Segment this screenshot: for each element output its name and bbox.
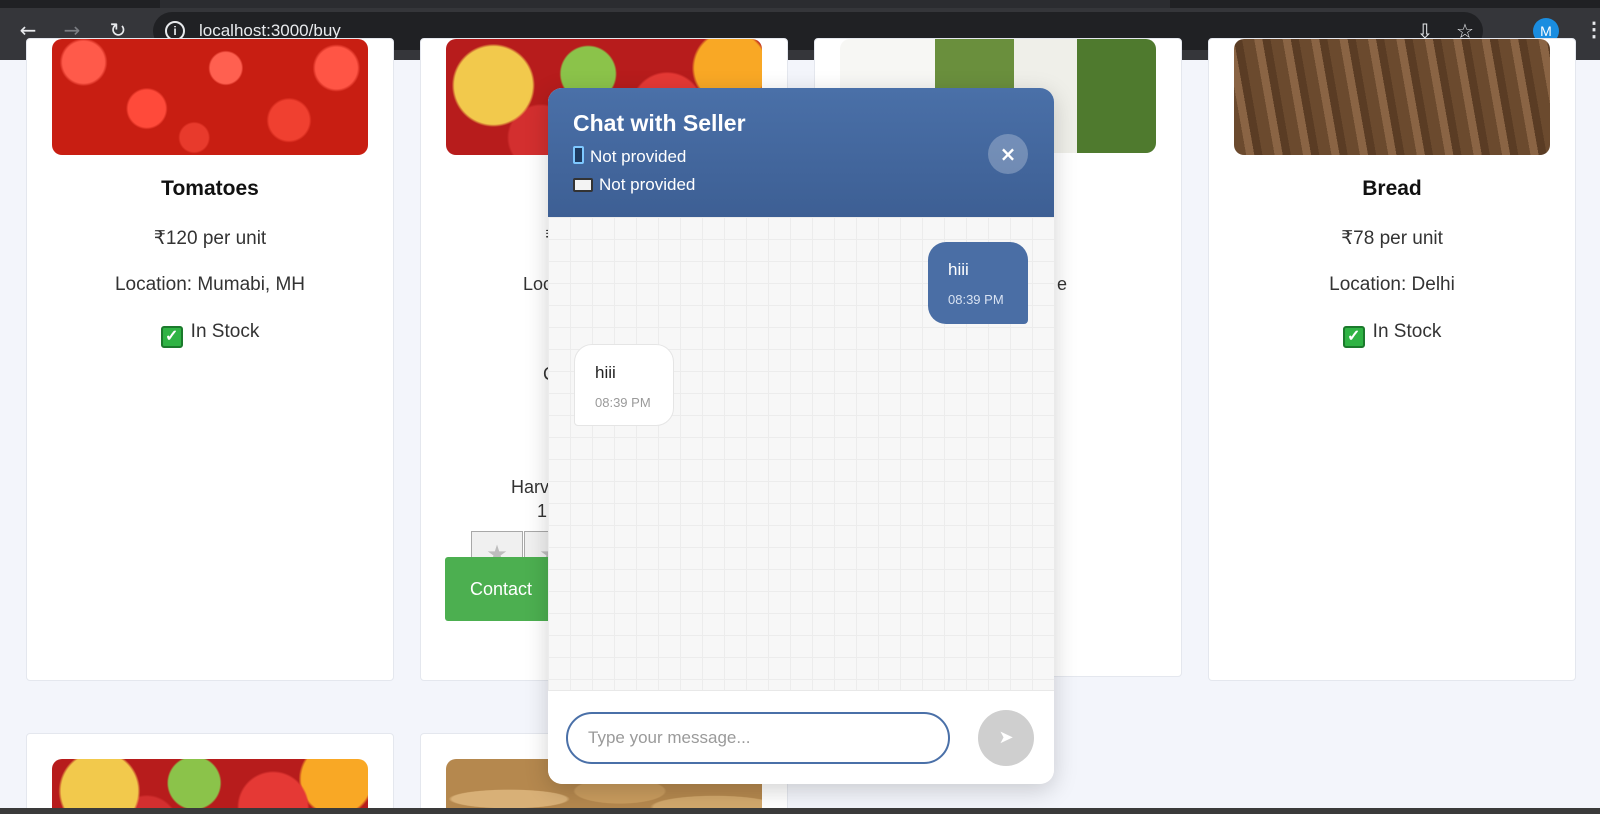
seller-email-value: Not provided [599, 175, 696, 194]
product-location: Location: Delhi [1329, 274, 1455, 295]
check-icon: ✓ [160, 326, 183, 348]
message-input[interactable] [566, 712, 950, 764]
harvest-date-partial: 1 [537, 501, 548, 521]
stock-label: In Stock [1372, 321, 1442, 342]
active-tab-edge [160, 0, 1170, 8]
seller-phone: Not provided [573, 146, 686, 167]
product-card-bread: Bread ₹78 per unit Location: Delhi ✓ In S… [1208, 38, 1576, 681]
product-image [1234, 39, 1550, 155]
send-icon[interactable]: ➤ [978, 710, 1034, 766]
product-image [52, 759, 368, 814]
message-text: hiii [948, 260, 969, 279]
check-icon: ✓ [1342, 326, 1365, 348]
product-name: Tomatoes [161, 177, 259, 200]
product-name: Bread [1362, 177, 1422, 200]
product-card-apples-row2 [26, 733, 394, 814]
stock-label: In Stock [190, 321, 260, 342]
stock-status: ✓ In Stock [27, 321, 393, 348]
chat-title: Chat with Seller [573, 110, 746, 136]
product-price: ₹78 per unit [1341, 228, 1443, 249]
message-text: hiii [595, 363, 616, 382]
message-time: 08:39 PM [595, 395, 651, 410]
harvest-label-partial: Harv [511, 477, 550, 497]
product-image [52, 39, 368, 155]
message-time: 08:39 PM [948, 292, 1004, 307]
phone-icon [573, 146, 584, 164]
product-card-tomatoes: Tomatoes ₹120 per unit Location: Mumabi,… [26, 38, 394, 681]
stock-status: ✓ In Stock [1209, 321, 1575, 348]
seller-email: Not provided [573, 175, 695, 195]
message-received: hiii 08:39 PM [574, 344, 674, 426]
chat-messages[interactable]: hiii 08:39 PM hiii 08:39 PM [548, 217, 1054, 690]
close-chat-button[interactable]: × [988, 134, 1028, 174]
chat-header: Chat with Seller Not provided Not provid… [548, 88, 1054, 217]
contact-seller-button[interactable]: Contact [445, 557, 565, 621]
product-location: Location: Mumabi, MH [114, 274, 306, 295]
message-sent: hiii 08:39 PM [928, 242, 1028, 324]
more-vert-icon[interactable]: ⋮ [1584, 18, 1600, 42]
product-location-partial: e [1057, 274, 1068, 294]
chat-composer: ➤ [548, 690, 1054, 784]
seller-phone-value: Not provided [590, 147, 687, 166]
email-icon [573, 178, 593, 192]
chat-modal: Chat with Seller Not provided Not provid… [548, 88, 1054, 784]
product-price: ₹120 per unit [153, 228, 267, 249]
taskbar-edge [0, 808, 1600, 814]
